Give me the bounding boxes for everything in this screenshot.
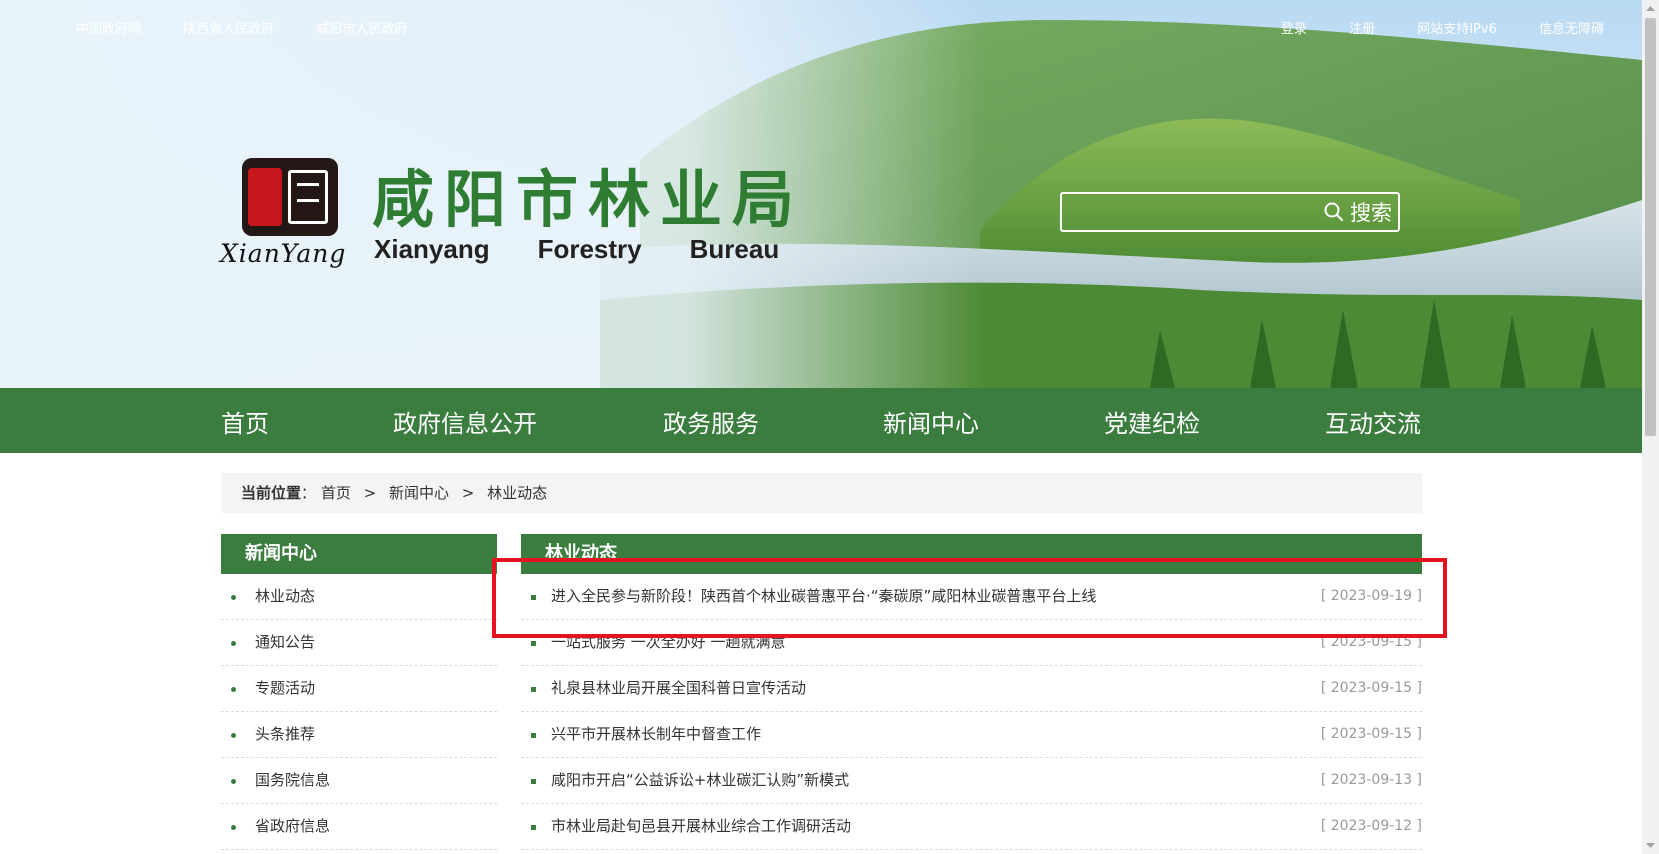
sidebar: 新闻中心 林业动态 通知公告 专题活动 头条推荐 国务院信息 省政府信息 (221, 534, 497, 850)
bullet-icon (531, 825, 536, 830)
nav-interaction[interactable]: 互动交流 (1325, 404, 1421, 439)
sidebar-item-label: 国务院信息 (255, 771, 331, 789)
breadcrumb-current[interactable]: 林业动态 (487, 484, 547, 502)
breadcrumb-news-center[interactable]: 新闻中心 (389, 484, 449, 502)
top-links-right: 登录 注册 网站支持IPv6 信息无障碍 (1243, 18, 1604, 37)
nav-news-center[interactable]: 新闻中心 (883, 404, 979, 439)
page-viewport: 中国政府网 陕西省人民政府 咸阳市人民政府 登录 注册 网站支持IPv6 信息无… (0, 0, 1642, 854)
site-title-en-word: Forestry (537, 234, 642, 264)
news-title[interactable]: 一站式服务 一次全办好 一趟就满意 (551, 620, 786, 665)
breadcrumb-colon: ： (301, 484, 317, 502)
sidebar-item-label: 头条推荐 (255, 725, 316, 743)
site-logo[interactable]: XianYang 咸阳市林业局 Xianyang Forestry Bureau (220, 155, 794, 275)
site-title-en-word: Xianyang (374, 234, 490, 264)
bullet-icon (231, 733, 236, 738)
search-button-label: 搜索 (1350, 201, 1392, 225)
sidebar-item-provincial-gov[interactable]: 省政府信息 (221, 804, 497, 850)
news-date: [ 2023-09-15 ] (1320, 680, 1422, 696)
news-date: [ 2023-09-15 ] (1320, 726, 1422, 742)
news-title[interactable]: 兴平市开展林长制年中督查工作 (551, 712, 761, 757)
link-xianyang-gov[interactable]: 咸阳市人民政府 (316, 22, 407, 37)
sidebar-item-notices[interactable]: 通知公告 (221, 620, 497, 666)
sidebar-title: 新闻中心 (221, 534, 497, 574)
search-icon (1324, 202, 1344, 222)
news-row[interactable]: 进入全民参与新阶段！陕西首个林业碳普惠平台·“秦碳原”咸阳林业碳普惠平台上线 [ … (521, 574, 1422, 620)
nav-party-building[interactable]: 党建纪检 (1104, 404, 1200, 439)
news-title[interactable]: 咸阳市开启“公益诉讼+林业碳汇认购”新模式 (551, 758, 849, 803)
bullet-icon (531, 641, 536, 646)
sidebar-item-label: 省政府信息 (255, 817, 331, 835)
news-date: [ 2023-09-13 ] (1320, 772, 1422, 788)
nav-gov-services[interactable]: 政务服务 (663, 404, 759, 439)
sidebar-item-label: 专题活动 (255, 679, 316, 697)
bullet-icon (231, 641, 236, 646)
bullet-icon (531, 779, 536, 784)
link-china-gov[interactable]: 中国政府网 (76, 22, 141, 37)
site-title-en-word: Bureau (689, 234, 780, 264)
sidebar-item-label: 林业动态 (255, 587, 316, 605)
news-list-panel: 林业动态 进入全民参与新阶段！陕西首个林业碳普惠平台·“秦碳原”咸阳林业碳普惠平… (521, 534, 1422, 850)
xianyang-seal-icon (242, 158, 338, 236)
news-date: [ 2023-09-15 ] (1320, 634, 1422, 650)
nav-home[interactable]: 首页 (221, 404, 269, 439)
bullet-icon (531, 595, 536, 600)
ipv6-link[interactable]: 网站支持IPv6 (1417, 22, 1497, 37)
news-row[interactable]: 市林业局赴旬邑县开展林业综合工作调研活动 [ 2023-09-12 ] (521, 804, 1422, 850)
news-date: [ 2023-09-12 ] (1320, 818, 1422, 834)
nav-gov-info[interactable]: 政府信息公开 (393, 404, 537, 439)
sidebar-item-headlines[interactable]: 头条推荐 (221, 712, 497, 758)
top-links-left: 中国政府网 陕西省人民政府 咸阳市人民政府 (76, 18, 445, 37)
site-title-en: Xianyang Forestry Bureau (374, 234, 827, 265)
breadcrumb-separator: > (363, 484, 377, 502)
login-link[interactable]: 登录 (1281, 22, 1307, 37)
news-row[interactable]: 一站式服务 一次全办好 一趟就满意 [ 2023-09-15 ] (521, 620, 1422, 666)
news-date: [ 2023-09-19 ] (1320, 588, 1422, 604)
search-box: 搜索 (1060, 192, 1400, 232)
news-list-title: 林业动态 (521, 534, 1422, 574)
bullet-icon (231, 779, 236, 784)
main-nav: 首页 政府信息公开 政务服务 新闻中心 党建纪检 互动交流 (0, 388, 1642, 453)
bullet-icon (231, 825, 236, 830)
link-shaanxi-gov[interactable]: 陕西省人民政府 (183, 22, 274, 37)
search-input[interactable] (1062, 194, 1332, 230)
breadcrumb: 当前位置： 首页 > 新闻中心 > 林业动态 (221, 473, 1422, 513)
breadcrumb-label: 当前位置 (241, 484, 302, 502)
news-row[interactable]: 兴平市开展林长制年中督查工作 [ 2023-09-15 ] (521, 712, 1422, 758)
site-title-cn: 咸阳市林业局 (372, 163, 805, 236)
vertical-scrollbar[interactable] (1642, 0, 1659, 854)
sidebar-item-state-council[interactable]: 国务院信息 (221, 758, 497, 804)
breadcrumb-separator: > (461, 484, 475, 502)
header-banner: 中国政府网 陕西省人民政府 咸阳市人民政府 登录 注册 网站支持IPv6 信息无… (0, 0, 1642, 388)
sidebar-item-label: 通知公告 (255, 633, 316, 651)
scroll-up-arrow-icon[interactable] (1642, 0, 1659, 17)
news-title[interactable]: 礼泉县林业局开展全国科普日宣传活动 (551, 666, 806, 711)
register-link[interactable]: 注册 (1349, 22, 1375, 37)
search-button[interactable]: 搜索 (1324, 198, 1392, 226)
bullet-icon (231, 595, 236, 600)
news-row[interactable]: 礼泉县林业局开展全国科普日宣传活动 [ 2023-09-15 ] (521, 666, 1422, 712)
accessibility-link[interactable]: 信息无障碍 (1539, 22, 1604, 37)
scroll-down-arrow-icon[interactable] (1642, 837, 1659, 854)
logo-script-text: XianYang (220, 239, 347, 268)
bullet-icon (531, 687, 536, 692)
bullet-icon (531, 733, 536, 738)
sidebar-item-forestry-news[interactable]: 林业动态 (221, 574, 497, 620)
scrollbar-thumb[interactable] (1645, 18, 1656, 436)
bullet-icon (231, 687, 236, 692)
news-row[interactable]: 咸阳市开启“公益诉讼+林业碳汇认购”新模式 [ 2023-09-13 ] (521, 758, 1422, 804)
breadcrumb-home[interactable]: 首页 (321, 484, 351, 502)
sidebar-item-special-events[interactable]: 专题活动 (221, 666, 497, 712)
news-title[interactable]: 进入全民参与新阶段！陕西首个林业碳普惠平台·“秦碳原”咸阳林业碳普惠平台上线 (551, 574, 1096, 619)
news-title[interactable]: 市林业局赴旬邑县开展林业综合工作调研活动 (551, 804, 851, 849)
